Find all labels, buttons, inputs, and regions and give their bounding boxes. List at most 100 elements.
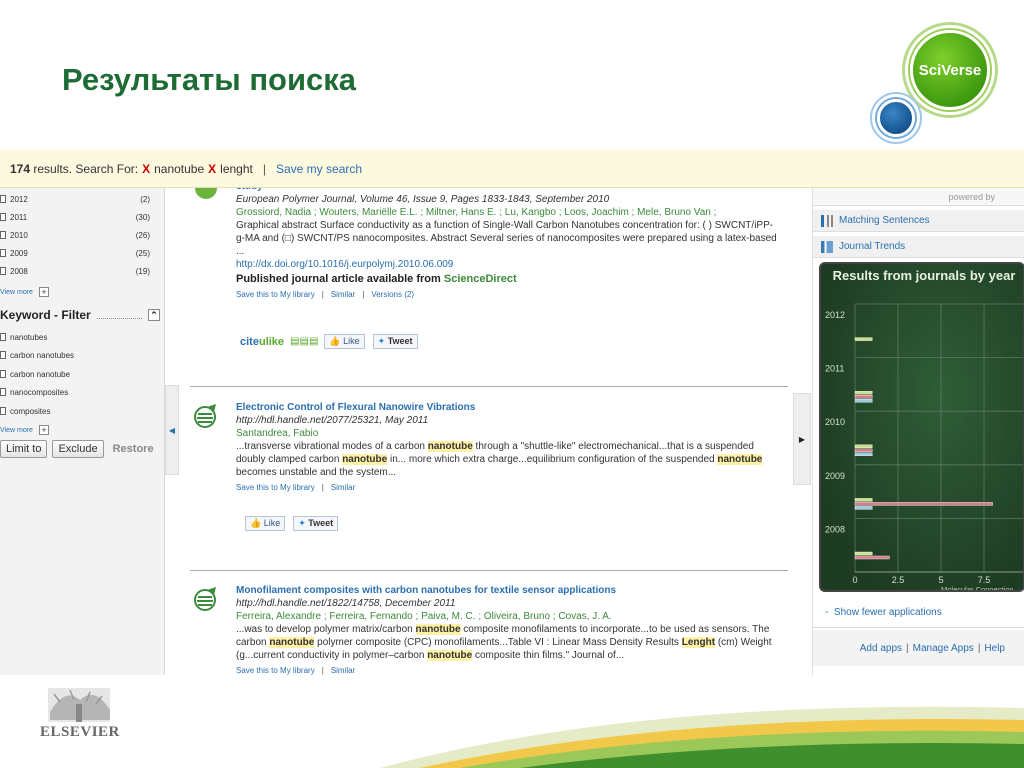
open-access-article-icon xyxy=(194,587,216,611)
sciverse-label: SciVerse xyxy=(910,30,990,110)
bar xyxy=(854,551,873,556)
x-tick-label: 5 xyxy=(938,575,943,585)
year-filter-row[interactable]: 2008 (19) xyxy=(0,262,150,280)
year-filter-row[interactable]: 2012 (2) xyxy=(0,190,150,208)
result-doi-link[interactable]: http://dx.doi.org/10.1016/j.eurpolymj.20… xyxy=(236,258,781,271)
show-fewer-applications-link[interactable]: - Show fewer applications xyxy=(825,607,942,618)
keyword-filter-row[interactable]: carbon nanotube xyxy=(0,366,70,382)
save-to-library-link[interactable]: Save this to My library xyxy=(236,290,315,299)
chart-icon xyxy=(821,240,833,253)
filter-buttons: Limit to Exclude Restore xyxy=(0,440,154,458)
result-divider xyxy=(190,386,788,387)
similar-link[interactable]: Similar xyxy=(331,666,355,675)
y-tick-label: 2009 xyxy=(825,471,845,481)
help-link[interactable]: Help xyxy=(984,643,1005,654)
social-share-row: 👍 Like ✦ Tweet xyxy=(245,516,346,531)
keyword-filter-row[interactable]: nanotubes xyxy=(0,329,47,345)
bar xyxy=(854,337,873,341)
result-authors: Santandrea, Fabio xyxy=(236,428,319,439)
remove-term-icon[interactable]: X xyxy=(142,162,150,176)
y-tick-label: 2011 xyxy=(825,364,844,374)
elsevier-wordmark: ELSEVIER xyxy=(40,724,120,740)
tweet-button[interactable]: ✦ Tweet xyxy=(372,334,418,349)
chart-plot: 0 2.5 5 7.5 2012 2011 2010 2009 2008 Molecular Co… xyxy=(825,303,1023,592)
checkbox[interactable] xyxy=(0,333,6,341)
highlighted-term: Lenght xyxy=(681,637,716,648)
y-tick-label: 2012 xyxy=(825,310,845,320)
powered-by: powered by xyxy=(813,188,1024,206)
checkbox[interactable] xyxy=(0,388,6,396)
limit-to-button[interactable]: Limit to xyxy=(0,440,48,458)
matching-sentences-app[interactable]: Matching Sentences xyxy=(813,210,1024,232)
add-apps-link[interactable]: Add apps xyxy=(860,643,902,654)
highlighted-term: nanotube xyxy=(415,624,461,635)
result-abstract: Graphical abstract Surface conductivity … xyxy=(236,220,777,257)
bar xyxy=(854,502,993,506)
result-title-link[interactable]: Monofilament composites with carbon nano… xyxy=(236,584,781,597)
collapse-right-panel-handle[interactable]: ▶ xyxy=(793,393,811,485)
manage-apps-link[interactable]: Manage Apps xyxy=(913,643,974,654)
highlighted-term: nanotube xyxy=(427,650,473,661)
sciverse-logo: SciVerse xyxy=(868,22,1018,144)
view-more-years-link[interactable]: View more + xyxy=(0,287,49,297)
expand-plus-icon[interactable]: + xyxy=(38,287,49,297)
similar-link[interactable]: Similar xyxy=(331,483,355,492)
remove-term-icon[interactable]: X xyxy=(208,162,216,176)
save-to-library-link[interactable]: Save this to My library xyxy=(236,483,315,492)
published-note: Published journal article available from… xyxy=(236,273,517,285)
similar-link[interactable]: Similar xyxy=(331,290,355,299)
results-text: results. Search For: xyxy=(33,161,139,176)
checkbox[interactable] xyxy=(0,407,6,415)
citeulike-link[interactable]: citeulike xyxy=(240,336,284,348)
view-more-keywords-link[interactable]: View more + xyxy=(0,425,49,435)
bar xyxy=(854,444,873,449)
search-term: lenght xyxy=(220,161,253,176)
journal-trends-chart: Results from journals by year 0 2.5 5 7.5 20… xyxy=(819,262,1024,592)
social-share-row: citeulike ▤▤▤ 👍 Like ✦ Tweet xyxy=(240,334,426,349)
result-actions: Save this to My library | Similar | Versions… xyxy=(236,290,414,299)
keyword-filter-row[interactable]: nanocomposites xyxy=(0,384,68,400)
bar xyxy=(854,498,873,502)
keyword-filter-row[interactable]: composites xyxy=(0,403,50,419)
citeulike-icon[interactable]: ▤▤▤ xyxy=(290,336,318,347)
filter-panel: 2012 (2) 2011 (30) 2010 (26) 2009 (25) 2… xyxy=(0,188,165,675)
x-axis-label: Molecular Connection xyxy=(941,585,1014,592)
checkbox[interactable] xyxy=(0,231,6,239)
journal-trends-app[interactable]: Journal Trends xyxy=(813,236,1024,258)
keyword-filter-row[interactable]: carbon nanotubes xyxy=(0,347,74,363)
search-results-screenshot: 174 results. Search For: X nanotube X le… xyxy=(0,150,1024,675)
collapse-chevron-icon[interactable]: ⌃ xyxy=(148,309,160,321)
sciencedirect-link[interactable]: ScienceDirect xyxy=(444,273,517,285)
apps-links-row: Add apps | Manage Apps | Help xyxy=(813,630,1024,666)
open-access-article-icon xyxy=(194,404,216,428)
versions-link[interactable]: Versions (2) xyxy=(371,290,414,299)
list-icon xyxy=(821,214,833,227)
x-tick-label: 7.5 xyxy=(978,575,991,585)
separator: | xyxy=(262,161,266,176)
save-to-library-link[interactable]: Save this to My library xyxy=(236,666,315,675)
year-filter-row[interactable]: 2009 (25) xyxy=(0,244,150,262)
facebook-like-button[interactable]: 👍 Like xyxy=(245,516,286,531)
highlighted-term: nanotube xyxy=(717,454,763,465)
expand-plus-icon[interactable]: + xyxy=(38,425,49,435)
exclude-button[interactable]: Exclude xyxy=(52,440,104,458)
year-filter-row[interactable]: 2010 (26) xyxy=(0,226,150,244)
year-filter-row[interactable]: 2011 (30) xyxy=(0,208,150,226)
checkbox[interactable] xyxy=(0,249,6,257)
checkbox[interactable] xyxy=(0,370,6,378)
checkbox[interactable] xyxy=(0,267,6,275)
checkbox[interactable] xyxy=(0,195,6,203)
restore-button[interactable]: Restore xyxy=(113,443,154,455)
result-title-link[interactable]: Electronic Control of Flexural Nanowire … xyxy=(236,401,781,414)
result-authors: Ferreira, Alexandre ; Ferreira, Fernando… xyxy=(236,611,612,622)
save-search-link[interactable]: Save my search xyxy=(276,162,362,176)
y-tick-label: 2008 xyxy=(825,524,845,534)
y-tick-label: 2010 xyxy=(825,417,845,427)
collapse-left-panel-handle[interactable]: ◀ xyxy=(165,385,179,475)
tweet-button[interactable]: ✦ Tweet xyxy=(293,516,339,531)
search-term: nanotube xyxy=(154,161,205,176)
highlighted-term: nanotube xyxy=(427,441,473,452)
checkbox[interactable] xyxy=(0,213,6,221)
checkbox[interactable] xyxy=(0,351,6,359)
facebook-like-button[interactable]: 👍 Like xyxy=(324,334,365,349)
